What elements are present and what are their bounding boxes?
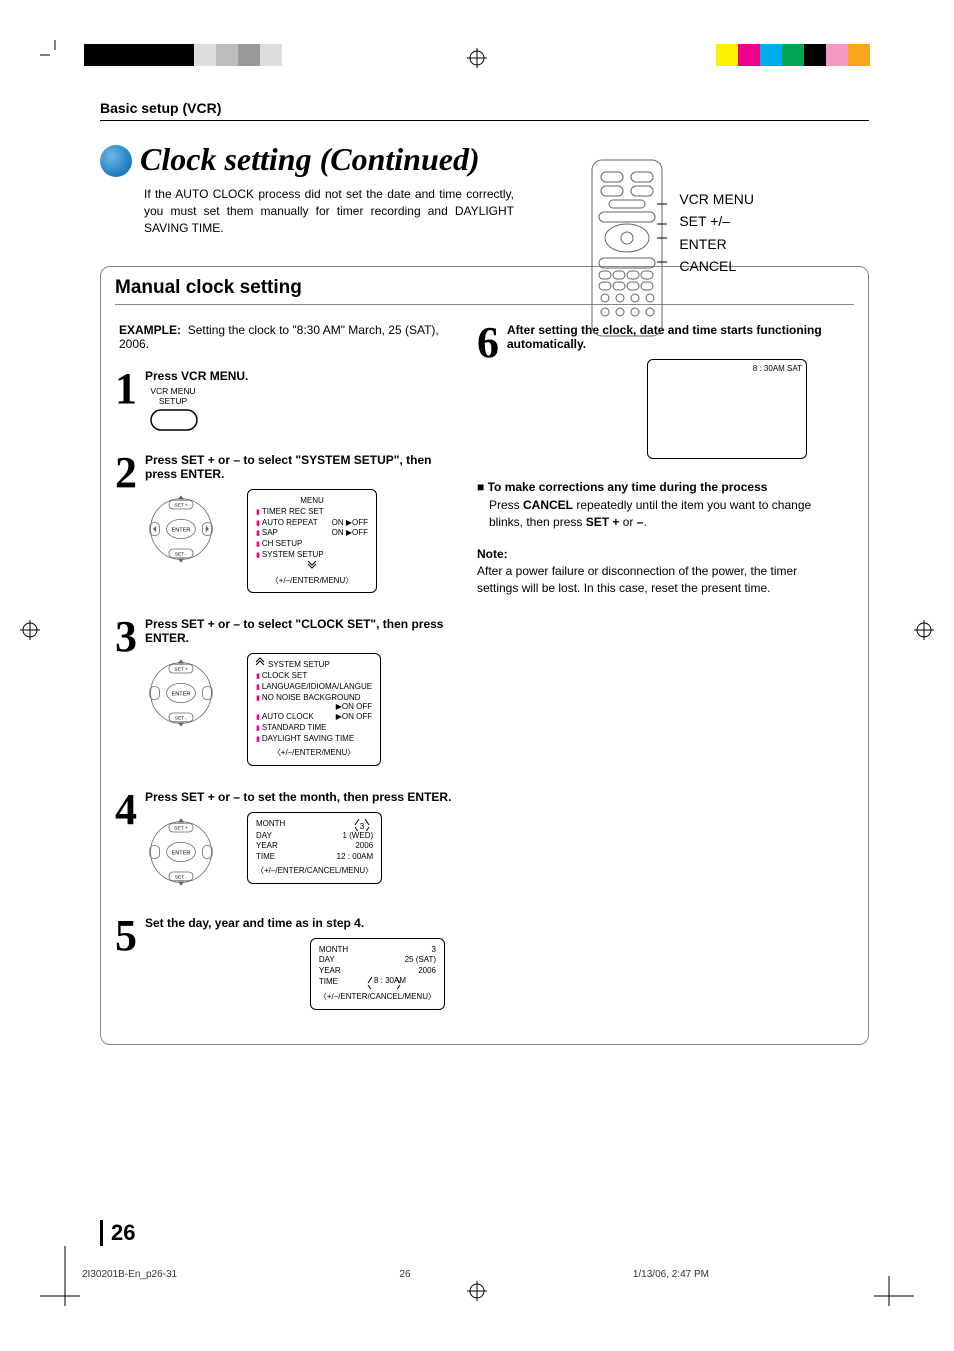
registration-mark-top [467, 48, 487, 68]
remote-label-vcr-menu: VCR MENU [679, 188, 754, 210]
step2-osd: MENU TIMER REC SET AUTO REPEATON ▶OFF SA… [247, 489, 377, 593]
crop-mark [874, 1246, 914, 1311]
example-line: EXAMPLE: Setting the clock to "8:30 AM" … [119, 323, 465, 351]
title-bullet-icon [100, 145, 132, 177]
manual-clock-section: Manual clock setting EXAMPLE: Setting th… [100, 266, 869, 1044]
registration-mark-left [20, 620, 40, 645]
svg-text:SET +: SET + [174, 503, 188, 509]
intro-paragraph: If the AUTO CLOCK process did not set th… [144, 186, 514, 236]
svg-text:SET +: SET + [174, 825, 188, 831]
remote-label-enter: ENTER [679, 233, 754, 255]
vcrmenu-button-label: VCR MENUSETUP [145, 387, 201, 406]
step4-osd: MONTH 3 DAY1 (WED) YEAR2006 TIME12 : 00A… [247, 812, 382, 884]
step3-title: Press SET + or – to select "CLOCK SET", … [145, 617, 443, 645]
color-registration-left [84, 44, 282, 66]
note-label: Note: [477, 546, 827, 563]
svg-text:ENTER: ENTER [172, 692, 191, 698]
note-text: After a power failure or disconnection o… [477, 563, 827, 598]
footer-metadata: 2I30201B-En_p26-31 26 1/13/06, 2:47 PM [82, 1269, 869, 1280]
step-number-2: 2 [115, 453, 145, 493]
step-number-1: 1 [115, 369, 145, 409]
crop-mark [40, 40, 70, 75]
step-number-5: 5 [115, 916, 145, 956]
svg-text:ENTER: ENTER [172, 527, 191, 533]
step4-title: Press SET + or – to set the month, then … [145, 790, 451, 804]
registration-mark-bottom [467, 1281, 487, 1301]
tv-screen-time: 8 : 30AM SAT [647, 359, 807, 459]
svg-text:SET +: SET + [174, 667, 188, 673]
registration-mark-right [914, 620, 934, 645]
step1-title: Press VCR MENU. [145, 369, 248, 383]
svg-text:SET -: SET - [175, 874, 188, 880]
page-number: 26 [100, 1220, 135, 1246]
remote-label-set: SET +/– [679, 210, 754, 232]
step3-osd: SYSTEM SETUP CLOCK SET LANGUAGE/IDIOMA/L… [247, 653, 381, 765]
step5-title: Set the day, year and time as in step 4. [145, 916, 364, 930]
section-header: Basic setup (VCR) [100, 100, 869, 121]
dpad-icon: ENTER SET + SET - [145, 489, 217, 569]
page-title: Clock setting (Continued) [140, 141, 480, 178]
step-number-6: 6 [477, 323, 507, 363]
step-number-4: 4 [115, 790, 145, 830]
svg-text:SET -: SET - [175, 551, 188, 557]
step5-osd: MONTH3 DAY25 (SAT) YEAR2006 TIME 8 : 30A… [310, 938, 445, 1010]
crop-mark [40, 1246, 80, 1311]
svg-text:SET -: SET - [175, 716, 188, 722]
remote-diagram: VCR MENU SET +/– ENTER CANCEL [587, 158, 754, 338]
color-registration-right [716, 44, 870, 66]
vcrmenu-button-icon [149, 408, 199, 432]
dpad-icon: ENTER SET + SET - [145, 812, 217, 892]
dpad-icon: ENTER SET + SET - [145, 653, 217, 733]
svg-text:ENTER: ENTER [172, 850, 191, 856]
step-number-3: 3 [115, 617, 145, 657]
corrections-paragraph: To make corrections any time during the … [477, 479, 827, 597]
svg-text:3: 3 [360, 822, 365, 831]
step2-title: Press SET + or – to select "SYSTEM SETUP… [145, 453, 431, 481]
remote-label-cancel: CANCEL [679, 255, 754, 277]
